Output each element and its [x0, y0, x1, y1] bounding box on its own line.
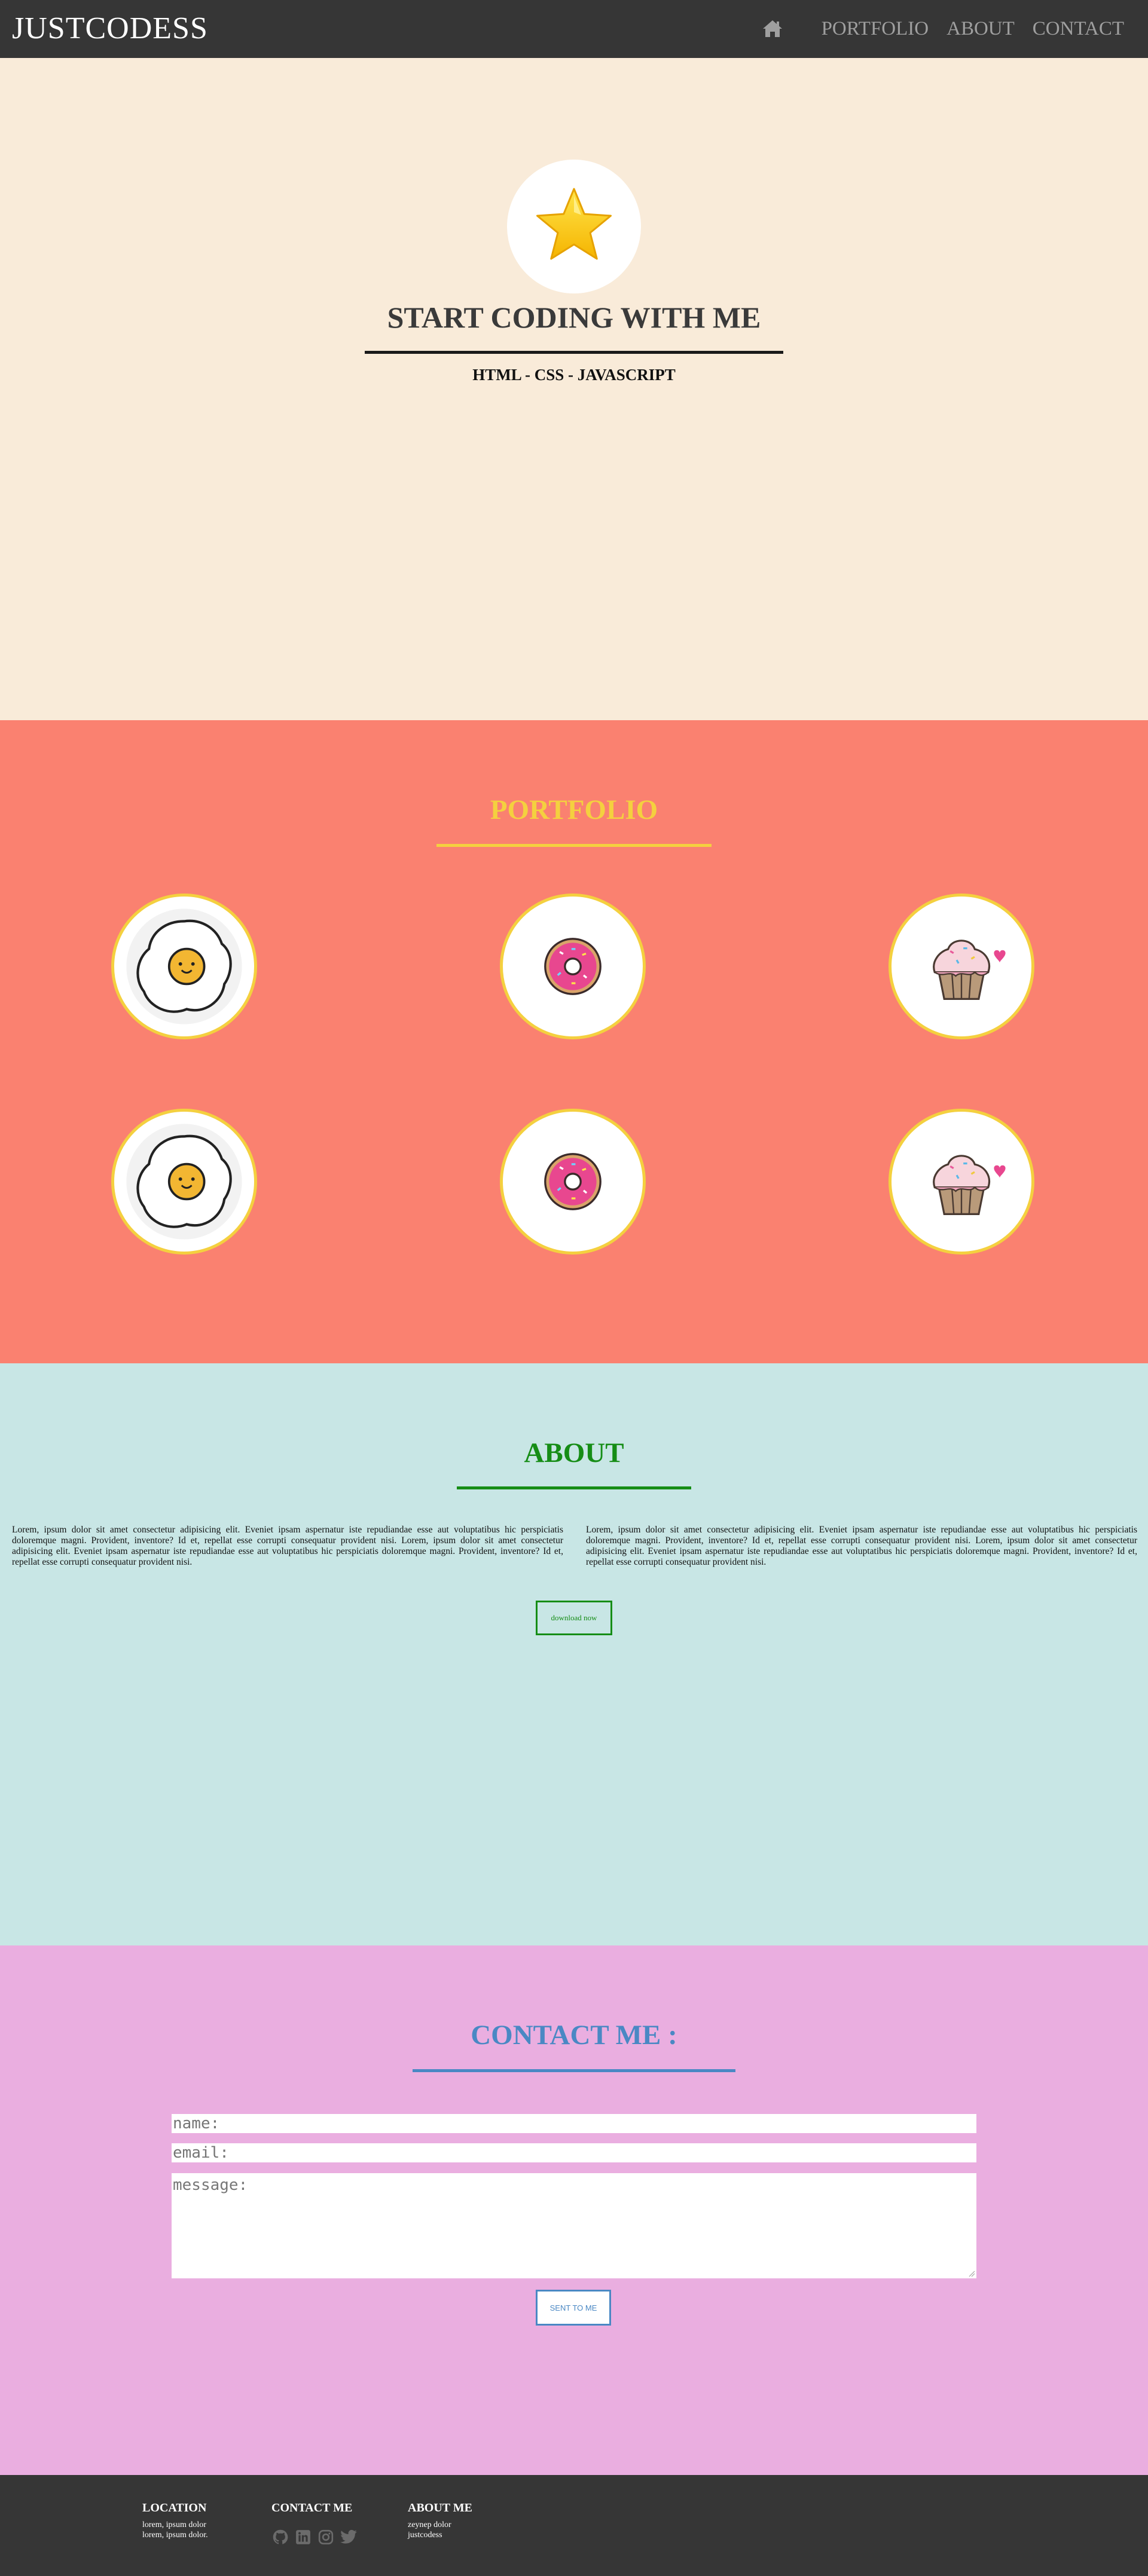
portfolio-item[interactable]: [500, 1109, 646, 1255]
message-field[interactable]: message:: [172, 2173, 976, 2278]
footer-location-heading: LOCATION: [142, 2501, 207, 2514]
portfolio-divider: [436, 844, 712, 847]
name-field[interactable]: [172, 2114, 976, 2133]
footer-location: LOCATION lorem, ipsum dolor lorem, ipsum…: [142, 2501, 208, 2540]
about-paragraph-left: Lorem, ipsum dolor sit amet consectetur …: [12, 1525, 563, 1567]
twitter-icon[interactable]: [340, 2528, 358, 2546]
footer-about-heading: ABOUT ME: [408, 2501, 472, 2514]
hero-section: START CODING WITH ME HTML - CSS - JAVASC…: [0, 58, 1148, 720]
footer-about: ABOUT ME zeynep dolor justcodess: [408, 2501, 472, 2540]
hero-divider: [365, 351, 783, 354]
portfolio-title: PORTFOLIO: [490, 794, 658, 825]
about-divider: [457, 1486, 691, 1489]
message-placeholder: message:: [173, 2176, 248, 2194]
cupcake-icon: [933, 1155, 1006, 1215]
home-icon[interactable]: [761, 17, 784, 41]
donut-icon: [544, 1153, 602, 1210]
brand-logo[interactable]: JUSTCODESS: [12, 12, 208, 45]
download-button[interactable]: download now: [536, 1601, 612, 1635]
portfolio-item[interactable]: [111, 1109, 257, 1255]
footer: LOCATION lorem, ipsum dolor lorem, ipsum…: [0, 2475, 1148, 2576]
star-icon: [536, 188, 612, 260]
about-paragraph-right: Lorem, ipsum dolor sit amet consectetur …: [586, 1525, 1137, 1567]
resize-grip-icon[interactable]: [968, 2270, 975, 2277]
fried-egg-icon: [126, 908, 242, 1024]
footer-location-line: lorem, ipsum dolor: [142, 2520, 206, 2529]
cupcake-icon: [933, 940, 1006, 1000]
nav-links: PORTFOLIO ABOUT CONTACT: [761, 17, 1124, 41]
instagram-icon[interactable]: [317, 2528, 335, 2546]
portfolio-item[interactable]: [889, 1109, 1034, 1255]
footer-contact-heading: CONTACT ME: [271, 2501, 353, 2514]
fried-egg-icon: [126, 1124, 242, 1240]
footer-about-line: justcodess: [408, 2531, 442, 2540]
linkedin-icon[interactable]: [294, 2528, 312, 2546]
social-icons: [271, 2528, 358, 2546]
contact-title: CONTACT ME :: [471, 2020, 677, 2051]
about-title: ABOUT: [524, 1437, 624, 1468]
send-button[interactable]: SENT TO ME: [536, 2290, 611, 2326]
hero-title: START CODING WITH ME: [387, 301, 761, 334]
donut-icon: [544, 938, 602, 995]
hero-avatar: [507, 160, 641, 293]
nav-link-contact[interactable]: CONTACT: [1033, 17, 1124, 41]
portfolio-item[interactable]: [500, 894, 646, 1039]
nav-link-about[interactable]: ABOUT: [947, 17, 1015, 41]
contact-section: CONTACT ME : message: SENT TO ME: [0, 1945, 1148, 2475]
footer-contact: CONTACT ME: [271, 2501, 358, 2546]
footer-location-line: lorem, ipsum dolor.: [142, 2531, 208, 2540]
contact-divider: [413, 2069, 735, 2072]
email-field[interactable]: [172, 2143, 976, 2162]
portfolio-item[interactable]: [889, 894, 1034, 1039]
portfolio-section: PORTFOLIO: [0, 720, 1148, 1363]
portfolio-item[interactable]: [111, 894, 257, 1039]
about-section: ABOUT Lorem, ipsum dolor sit amet consec…: [0, 1363, 1148, 1945]
navbar: JUSTCODESS PORTFOLIO ABOUT CONTACT: [0, 0, 1148, 58]
nav-link-portfolio[interactable]: PORTFOLIO: [822, 17, 929, 41]
footer-about-line: zeynep dolor: [408, 2520, 451, 2529]
hero-subtitle: HTML - CSS - JAVASCRIPT: [472, 366, 676, 384]
github-icon[interactable]: [271, 2528, 289, 2546]
